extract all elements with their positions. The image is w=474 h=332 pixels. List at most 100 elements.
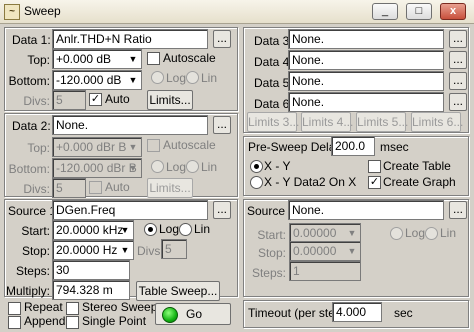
source1-multiply-label: Multiply: <box>5 284 50 298</box>
data2-top-value: +0.000 dBr B <box>56 140 127 154</box>
source2-log-radio[interactable] <box>390 227 403 240</box>
source1-lin-label: Lin <box>194 222 211 236</box>
data2-bottom-value: -120.000 dBr B <box>56 161 137 175</box>
data2-log-radio[interactable] <box>151 160 164 173</box>
presweep-delay-unit: msec <box>380 140 409 154</box>
source2-start-combo[interactable]: 0.00000 ▼ <box>289 223 361 243</box>
source1-stop-label: Stop: <box>21 244 50 258</box>
limits5-button[interactable]: Limits 5... <box>356 112 408 132</box>
source2-stop-combo[interactable]: 0.00000 ▼ <box>289 241 361 261</box>
xy-data2-on-x-radio[interactable] <box>250 176 263 189</box>
data1-lin-radio[interactable] <box>186 71 199 84</box>
single-point-label: Single Point <box>82 314 147 328</box>
data1-limits-button[interactable]: Limits... <box>147 90 193 110</box>
data1-auto-checkbox[interactable]: ✓ <box>89 93 102 106</box>
timeout-unit: sec <box>394 306 413 320</box>
source2-start-label: Start: <box>257 228 286 242</box>
data2-browse-button[interactable]: ... <box>213 116 231 134</box>
data2-divs-field[interactable]: 5 <box>52 178 86 198</box>
source1-divs-field[interactable]: 5 <box>161 239 187 259</box>
source1-steps-label: Steps: <box>15 264 50 278</box>
source1-start-combo[interactable]: 20.0000 kHz ▼ <box>52 220 134 240</box>
data5-label: Data 5: <box>254 76 293 90</box>
source2-lin-radio[interactable] <box>425 227 438 240</box>
data1-bottom-label: Bottom: <box>8 74 50 88</box>
source1-steps-field[interactable]: 30 <box>52 260 130 280</box>
data2-top-label: Top: <box>27 141 50 155</box>
append-label: Append <box>24 314 66 328</box>
source1-divs-label: Divs: <box>137 244 164 258</box>
data4-field[interactable]: None. <box>288 50 444 70</box>
limits6-button[interactable]: Limits 6... <box>411 112 463 132</box>
data1-divs-field[interactable]: 5 <box>52 90 86 110</box>
data3-field[interactable]: None. <box>288 29 444 49</box>
data2-bottom-combo[interactable]: -120.000 dBr B ▼ <box>52 158 142 178</box>
append-checkbox[interactable] <box>8 316 21 329</box>
data5-field[interactable]: None. <box>288 71 444 91</box>
source2-stop-value: 0.00000 <box>293 244 337 258</box>
xy-radio[interactable] <box>250 160 263 173</box>
data1-field[interactable]: Anlr.THD+N Ratio <box>52 29 208 49</box>
data1-browse-button[interactable]: ... <box>213 30 231 48</box>
data1-autoscale-label: Autoscale <box>163 51 216 65</box>
source2-steps-label: Steps: <box>251 266 286 280</box>
data2-lin-label: Lin <box>201 160 218 174</box>
data1-auto-label: Auto <box>105 92 130 106</box>
source1-lin-radio[interactable] <box>179 223 192 236</box>
source1-log-radio[interactable] <box>144 223 157 236</box>
source1-multiply-field[interactable]: 794.328 m <box>52 280 130 300</box>
presweep-delay-field[interactable]: 200.0 <box>331 136 375 156</box>
source2-browse-button[interactable]: ... <box>449 201 467 219</box>
data6-field[interactable]: None. <box>288 92 444 112</box>
stereo-sweep-checkbox[interactable] <box>66 302 79 315</box>
data3-browse-button[interactable]: ... <box>449 30 467 48</box>
chevron-down-icon: ▼ <box>347 246 357 256</box>
data2-limits-button[interactable]: Limits... <box>147 178 193 198</box>
data6-browse-button[interactable]: ... <box>449 93 467 111</box>
source2-steps-field[interactable]: 1 <box>289 261 361 281</box>
title-bar <box>0 0 474 24</box>
create-graph-checkbox[interactable]: ✓ <box>368 176 381 189</box>
data2-lin-radio[interactable] <box>186 160 199 173</box>
data2-bottom-label: Bottom: <box>8 162 50 176</box>
chevron-down-icon: ▼ <box>120 225 130 235</box>
data1-label: Data 1: <box>12 33 51 47</box>
data4-browse-button[interactable]: ... <box>449 51 467 69</box>
data2-field[interactable]: None. <box>52 115 208 135</box>
data4-label: Data 4: <box>254 55 293 69</box>
xy-label: X - Y <box>264 159 291 173</box>
data5-browse-button[interactable]: ... <box>449 72 467 90</box>
repeat-checkbox[interactable] <box>8 302 21 315</box>
create-table-checkbox[interactable] <box>368 160 381 173</box>
data2-log-label: Log <box>166 160 187 174</box>
repeat-label: Repeat <box>24 300 63 314</box>
data1-autoscale-checkbox[interactable] <box>147 52 160 65</box>
data2-top-combo[interactable]: +0.000 dBr B ▼ <box>52 137 142 157</box>
xy-data2-on-x-label: X - Y Data2 On X <box>264 175 357 189</box>
data1-top-value: +0.000 dB <box>56 52 112 66</box>
chevron-down-icon: ▼ <box>128 54 138 64</box>
timeout-field[interactable]: 4.000 <box>332 302 382 322</box>
source1-field[interactable]: DGen.Freq <box>52 200 208 220</box>
data1-log-label: Log <box>166 71 187 85</box>
data1-bottom-combo[interactable]: -120.000 dB ▼ <box>52 70 142 90</box>
source1-stop-combo[interactable]: 20.0000 Hz ▼ <box>52 240 134 260</box>
source2-field[interactable]: None. <box>288 200 444 220</box>
single-point-checkbox[interactable] <box>66 316 79 329</box>
close-button[interactable]: x <box>440 3 466 20</box>
data2-auto-checkbox[interactable] <box>89 181 102 194</box>
data1-top-combo[interactable]: +0.000 dB ▼ <box>52 49 142 69</box>
limits4-button[interactable]: Limits 4... <box>301 112 353 132</box>
data1-log-radio[interactable] <box>151 71 164 84</box>
table-sweep-button[interactable]: Table Sweep... <box>136 281 220 301</box>
maximize-button[interactable]: □ <box>406 3 432 20</box>
go-button[interactable]: Go <box>155 303 231 325</box>
source1-log-label: Log <box>159 222 180 236</box>
limits3-button[interactable]: Limits 3... <box>247 112 299 132</box>
source1-browse-button[interactable]: ... <box>213 201 231 219</box>
data1-bottom-value: -120.000 dB <box>56 73 122 87</box>
data2-autoscale-checkbox[interactable] <box>147 139 160 152</box>
source1-start-label: Start: <box>21 224 50 238</box>
minimize-button[interactable]: _ <box>372 3 398 20</box>
data2-auto-label: Auto <box>105 180 130 194</box>
